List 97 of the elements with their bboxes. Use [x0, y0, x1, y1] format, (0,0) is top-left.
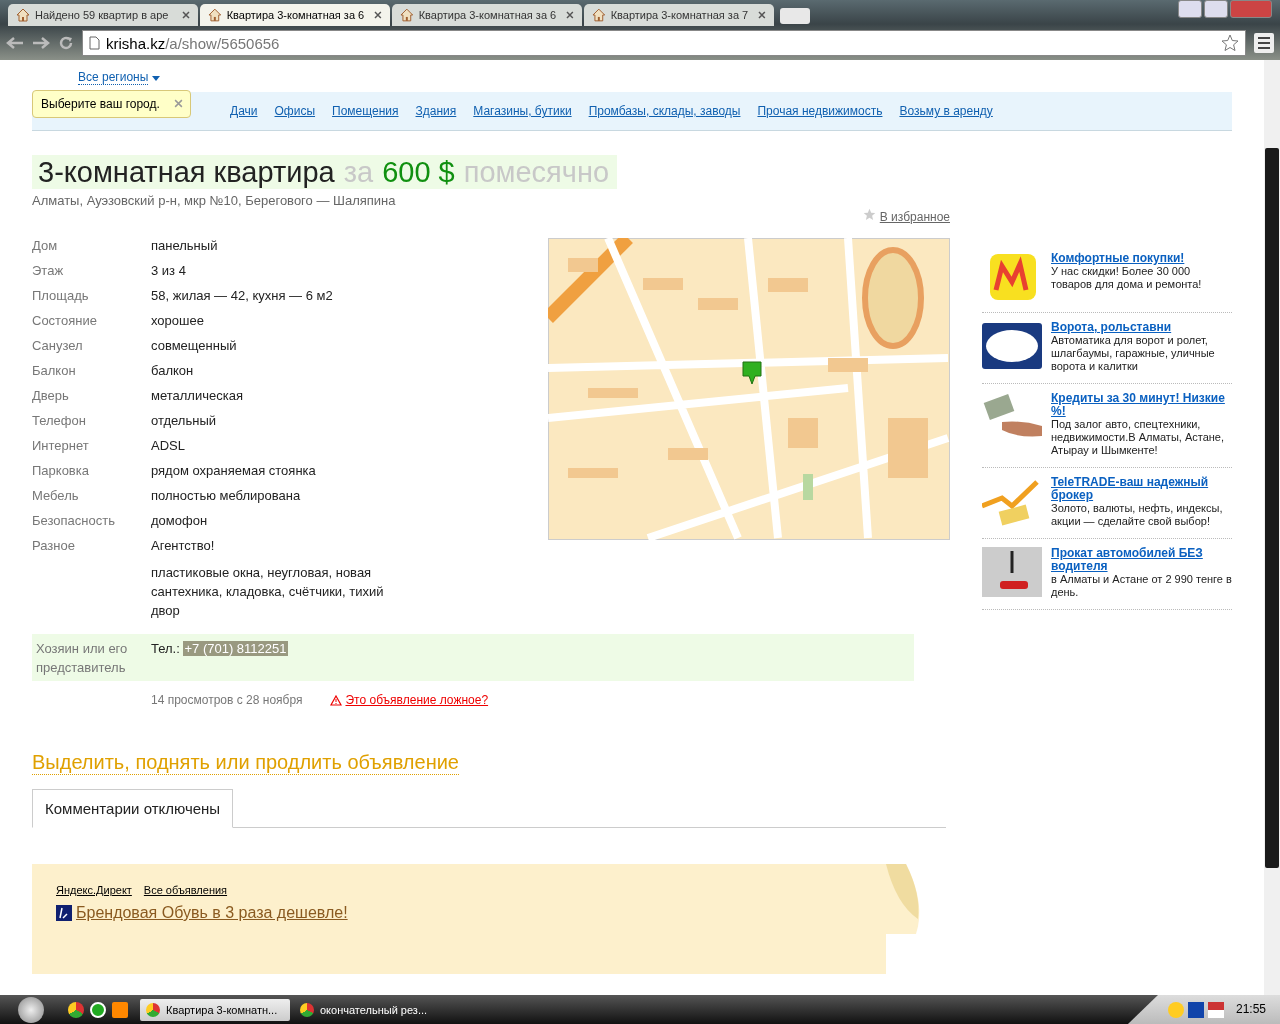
- detail-label: Безопасность: [32, 513, 116, 528]
- browser-tab[interactable]: Квартира 3-комнатная за 6: [392, 4, 582, 26]
- url-text: krisha.kz/a/show/5650656: [106, 34, 280, 52]
- views-count: 14 просмотров с 28 ноября: [151, 693, 303, 707]
- caret-icon[interactable]: [151, 76, 160, 81]
- phone-line: Тел.: +7 (701) 8112251: [151, 640, 289, 658]
- listing-address: Алматы, Ауэзовский р-н, мкр №10, Берегового — Шаляпина: [32, 193, 397, 208]
- ad-title-link[interactable]: Ворота, рольставни: [1051, 321, 1232, 334]
- browser-tab[interactable]: Найдено 59 квартир в аре: [8, 4, 198, 26]
- detail-value: 58, жилая — 42, кухня — 6 м2: [151, 288, 334, 303]
- taskbar-button[interactable]: окончательный рез...: [294, 998, 444, 1021]
- detail-value: рядом охраняемая стоянка: [151, 463, 317, 478]
- detail-label: Парковка: [32, 463, 90, 478]
- star-icon[interactable]: [1221, 34, 1239, 52]
- category-link[interactable]: Помещения: [332, 104, 399, 118]
- browser-tab[interactable]: Квартира 3-комнатная за 6: [200, 4, 390, 26]
- ad-title-link[interactable]: TeleTRADE-ваш надежный брокер: [1051, 476, 1232, 502]
- detail-label: Дверь: [32, 388, 70, 403]
- category-link[interactable]: Дачи: [230, 104, 258, 118]
- detail-value: панельный: [151, 238, 219, 253]
- clock-time: 21:55: [1235, 1001, 1266, 1018]
- ad-text: Автоматика для ворот и ролет, шлагбаумы, гаражные, уличные ворота и калитки: [1051, 334, 1215, 372]
- reload-icon[interactable]: [58, 35, 74, 51]
- taskbar-button[interactable]: Квартира 3-комнатн...: [140, 998, 290, 1021]
- minimize-icon[interactable]: [1178, 0, 1202, 18]
- listing-title: 3-комнатная квартира: [38, 155, 335, 189]
- detail-value: домофон: [151, 513, 209, 528]
- detail-value: хорошее: [151, 313, 205, 328]
- ad-text: Под залог авто, спецтехники, недвижимости.В Алматы, Астане, Атырау и Шымкенте!: [1051, 418, 1225, 456]
- detail-label: Телефон: [32, 413, 87, 428]
- menu-icon[interactable]: [1254, 33, 1274, 53]
- star-icon[interactable]: [863, 208, 877, 221]
- ad-text: Золото, валюты, нефть, индексы, акции — сделайте свой выбор!: [1051, 502, 1223, 527]
- detail-value: Агентство!: [151, 538, 216, 553]
- address-bar[interactable]: krisha.kz/a/show/5650656: [82, 30, 1246, 56]
- detail-value: 3 из 4: [151, 263, 187, 278]
- favorite-link[interactable]: В избранное: [879, 210, 950, 224]
- ad-title-link[interactable]: Прокат автомобилей БЕЗ водителя: [1051, 547, 1232, 573]
- house-icon: [208, 8, 222, 22]
- category-link[interactable]: Промбазы, склады, заводы: [588, 104, 741, 118]
- logo-icon: [56, 905, 72, 921]
- detail-label: Разное: [32, 538, 76, 553]
- house-icon: [400, 8, 414, 22]
- description-text: пластиковые окна, неугловая, новая сантехника, кладовка, счётчики, тихий двор: [151, 564, 385, 620]
- ad-text: У нас скидки! Более 30 000 товаров для дома и ремонта!: [1051, 265, 1202, 290]
- detail-value: металлическая: [151, 388, 244, 403]
- app-icon: [146, 1002, 160, 1017]
- price: 600 $: [382, 155, 455, 189]
- region-link[interactable]: Все регионы: [78, 70, 149, 85]
- close-icon[interactable]: [758, 11, 766, 19]
- category-link[interactable]: Прочая недвижимость: [757, 104, 883, 118]
- detail-label: Состояние: [32, 313, 98, 328]
- category-link[interactable]: Офисы: [274, 104, 316, 118]
- detail-label: Дом: [32, 238, 59, 253]
- detail-label: Площадь: [32, 288, 90, 303]
- house-icon: [592, 8, 606, 22]
- report-link[interactable]: Это объявление ложное?: [345, 693, 489, 707]
- category-link[interactable]: Возьму в аренду: [899, 104, 993, 118]
- map-drawing[interactable]: [548, 238, 950, 540]
- scrollbar-thumb[interactable]: [1265, 148, 1279, 868]
- detail-value: балкон: [151, 363, 195, 378]
- detail-value: полностью меблирована: [151, 488, 302, 503]
- app-icon: [300, 1002, 314, 1017]
- back-arrow-icon[interactable]: [6, 36, 24, 50]
- category-link[interactable]: Магазины, бутики: [473, 104, 572, 118]
- forward-arrow-icon[interactable]: [32, 36, 50, 50]
- ad-title-link[interactable]: Кредиты за 30 минут! Низкие %!: [1051, 392, 1232, 418]
- page-icon: [89, 36, 100, 50]
- detail-value: отдельный: [151, 413, 217, 428]
- ad-title-link[interactable]: Комфортные покупки!: [1051, 252, 1232, 265]
- detail-label: Этаж: [32, 263, 65, 278]
- detail-label: Интернет: [32, 438, 90, 453]
- close-icon[interactable]: [566, 11, 574, 19]
- direct-link[interactable]: Яндекс.Директ: [56, 884, 132, 896]
- browser-icon[interactable]: [68, 1001, 84, 1018]
- detail-value: ADSL: [151, 438, 186, 453]
- browser-tab[interactable]: Квартира 3-комнатная за 7: [584, 4, 774, 26]
- ad-link[interactable]: Брендовая Обувь в 3 раза дешевле!: [76, 904, 348, 922]
- detail-label: Балкон: [32, 363, 77, 378]
- close-icon[interactable]: [374, 11, 382, 19]
- close-icon[interactable]: [182, 11, 190, 19]
- house-icon: [16, 8, 30, 22]
- contact-label: Хозяин или его представитель: [36, 640, 129, 677]
- flag-icon[interactable]: [1207, 1001, 1224, 1018]
- ad-text: в Алматы и Астане от 2 990 тенге в день.: [1051, 573, 1232, 598]
- comments-tab[interactable]: Комментарии отключены: [32, 789, 234, 828]
- detail-label: Мебель: [32, 488, 80, 503]
- start-button[interactable]: [18, 996, 44, 1023]
- maximize-icon[interactable]: [1204, 0, 1228, 18]
- detail-value: совмещенный: [151, 338, 238, 353]
- warning-icon: [330, 694, 343, 706]
- tooltip-text: Выберите ваш город.: [41, 97, 160, 111]
- ad-image[interactable]: [982, 321, 1042, 371]
- detail-label: Санузел: [32, 338, 84, 353]
- direct-link[interactable]: Все объявления: [143, 884, 228, 896]
- network-icon[interactable]: [1187, 1001, 1204, 1018]
- category-link[interactable]: Здания: [415, 104, 457, 118]
